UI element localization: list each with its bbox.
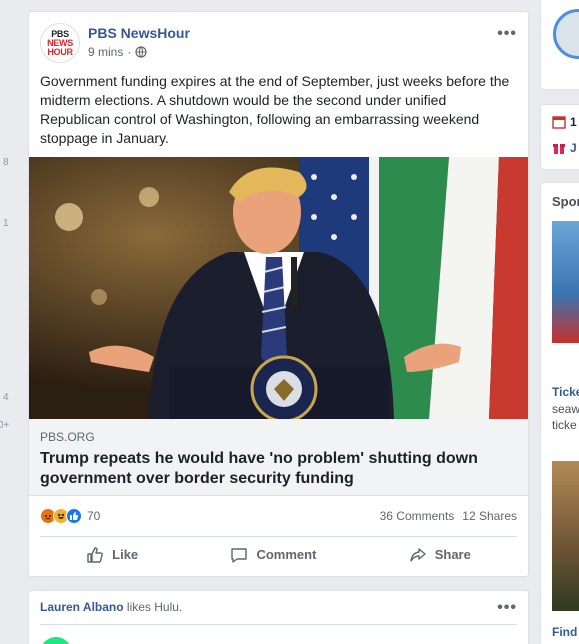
- post-options-button[interactable]: •••: [497, 599, 517, 617]
- sponsored-heading: Spor: [552, 194, 579, 209]
- thumbs-up-icon: [87, 546, 103, 563]
- events-card: 1 J: [540, 104, 579, 170]
- story-avatar[interactable]: [553, 9, 579, 59]
- pbs-newshour-logo: PBS NEWS HOUR: [47, 28, 73, 57]
- globe-icon: [135, 46, 147, 58]
- stories-card: [540, 0, 579, 90]
- divider: [40, 624, 517, 625]
- like-label: Like: [112, 547, 139, 562]
- post-meta: 9 mins ·: [88, 45, 147, 59]
- page-avatar[interactable]: PBS NEWS HOUR: [40, 23, 80, 63]
- comment-button[interactable]: Comment: [230, 546, 316, 564]
- press-conference-photo: [29, 157, 528, 419]
- ad-title[interactable]: Find: [552, 625, 577, 639]
- reaction-count[interactable]: 70: [87, 509, 100, 523]
- like-reaction-icon: [66, 508, 82, 524]
- link-preview-image[interactable]: [29, 157, 528, 419]
- event-date[interactable]: 1: [552, 115, 577, 129]
- link-domain: PBS.ORG: [40, 430, 95, 444]
- comment-icon: [231, 547, 248, 563]
- sponsored-card: Spor Ticke seaw Our l ticke Find: [540, 182, 579, 644]
- share-arrow-icon: [410, 547, 426, 562]
- comment-label: Comment: [256, 547, 317, 562]
- reactions-summary: 70 36 Comments 12 Shares: [40, 504, 517, 528]
- left-count: 0+: [0, 420, 10, 431]
- post-timestamp[interactable]: 9 mins: [88, 45, 123, 59]
- meta-separator: ·: [127, 45, 132, 59]
- right-sidebar: 1 J Spor Ticke seaw Our l ticke Find: [540, 0, 579, 644]
- left-count: 1: [3, 218, 9, 229]
- page-avatar[interactable]: [40, 637, 72, 644]
- engagement-counts: 36 Comments 12 Shares: [380, 509, 517, 523]
- left-count: 8: [3, 157, 9, 168]
- gift-icon: [553, 144, 565, 154]
- ad-image[interactable]: [552, 461, 579, 611]
- ad-title[interactable]: Ticke: [552, 385, 579, 399]
- ad-image[interactable]: [552, 221, 579, 343]
- birthday-link[interactable]: J: [552, 141, 577, 155]
- post-message: Government funding expires at the end of…: [40, 73, 510, 146]
- calendar-icon: [552, 116, 566, 129]
- ad-description: seaw Our l ticke: [552, 402, 579, 432]
- page-name-link[interactable]: PBS NewsHour: [88, 25, 190, 41]
- post-header: PBS NEWS HOUR PBS NewsHour 9 mins · •••: [40, 23, 517, 63]
- share-button[interactable]: Share: [409, 546, 471, 564]
- news-feed-post: PBS NEWS HOUR PBS NewsHour 9 mins · ••• …: [28, 11, 529, 577]
- shares-count-link[interactable]: 12 Shares: [462, 509, 517, 523]
- left-column-strip: 8 1 4 0+: [0, 0, 28, 644]
- like-button[interactable]: Like: [86, 546, 138, 564]
- reaction-icons[interactable]: 70: [40, 508, 100, 524]
- left-count: 4: [3, 392, 9, 403]
- actor-name-link[interactable]: Lauren Albano: [40, 600, 124, 614]
- story-header: Lauren Albano likes Hulu.: [40, 600, 182, 614]
- post-actions-bar: Like Comment Share: [40, 536, 517, 572]
- news-feed-post: Lauren Albano likes Hulu. •••: [28, 590, 529, 644]
- post-options-button[interactable]: •••: [497, 25, 517, 43]
- comments-count-link[interactable]: 36 Comments: [380, 509, 455, 523]
- link-preview[interactable]: PBS.ORG Trump repeats he would have 'no …: [29, 419, 528, 496]
- share-label: Share: [434, 547, 471, 562]
- link-title[interactable]: Trump repeats he would have 'no problem'…: [40, 449, 510, 489]
- story-verb: likes Hulu.: [123, 600, 183, 614]
